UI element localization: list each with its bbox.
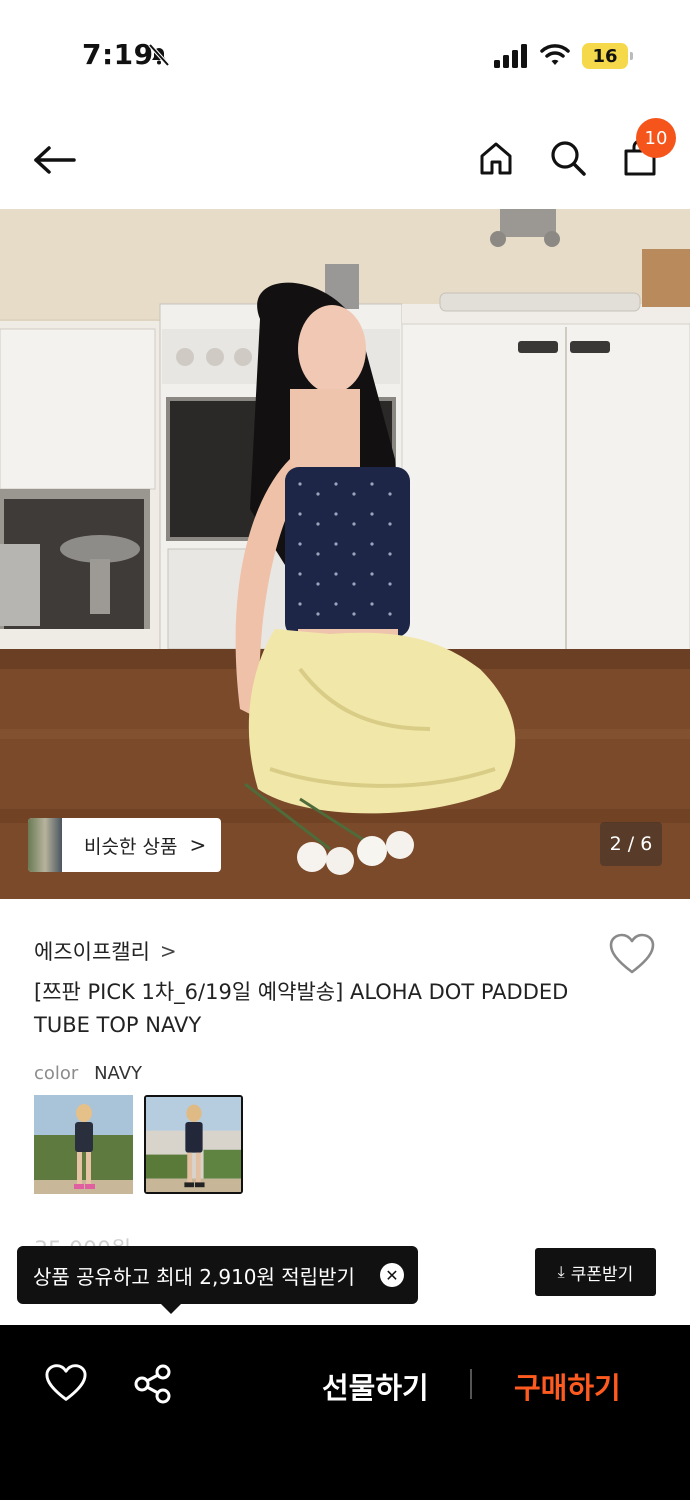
search-button[interactable]	[546, 136, 590, 180]
share-reward-tooltip: 상품 공유하고 최대 2,910원 적립받기 ✕	[17, 1246, 418, 1314]
color-label: color	[34, 1063, 79, 1084]
wifi-icon	[540, 44, 570, 65]
chevron-right-icon: >	[159, 939, 177, 963]
wishlist-button[interactable]	[608, 932, 656, 976]
home-icon	[480, 142, 512, 175]
bottom-action-bar: 선물하기 구매하기	[0, 1325, 690, 1500]
bell-slash-icon	[148, 43, 170, 67]
status-bar: 7:19 16	[0, 0, 690, 110]
color-swatch[interactable]	[34, 1095, 133, 1194]
heart-icon	[609, 933, 655, 974]
app-header	[0, 110, 690, 210]
signal-icon	[494, 44, 527, 68]
similar-product-thumbnail	[28, 818, 62, 872]
image-page-indicator: 2 / 6	[600, 822, 662, 866]
cart-count-badge: 10	[636, 118, 676, 158]
close-icon[interactable]: ✕	[380, 1263, 404, 1287]
color-option-row: color NAVY	[34, 1063, 142, 1084]
product-image-carousel[interactable]	[0, 209, 690, 899]
color-value: NAVY	[94, 1063, 142, 1084]
share-reward-text: 상품 공유하고 최대 2,910원 적립받기	[33, 1264, 355, 1289]
brand-name: 에즈이프캘리	[34, 940, 150, 964]
coupon-label: 쿠폰받기	[570, 1264, 634, 1285]
download-icon: ⤓	[557, 1262, 565, 1281]
back-arrow-icon	[34, 146, 76, 174]
home-button[interactable]	[474, 136, 518, 180]
product-photo	[0, 209, 690, 899]
share-button[interactable]	[132, 1363, 174, 1405]
swatch-photo	[34, 1095, 133, 1194]
color-swatch-selected[interactable]	[144, 1095, 243, 1194]
similar-products-label: 비슷한 상품	[84, 835, 178, 858]
like-button[interactable]	[44, 1363, 88, 1403]
similar-products-button[interactable]: 비슷한 상품 >	[28, 818, 221, 872]
buy-button[interactable]: 구매하기	[514, 1365, 621, 1407]
status-time: 7:19	[82, 38, 154, 71]
chevron-right-icon: >	[189, 833, 207, 857]
back-button[interactable]	[28, 138, 80, 182]
search-icon	[551, 141, 586, 176]
gift-button[interactable]: 선물하기	[322, 1365, 429, 1407]
divider	[470, 1369, 472, 1399]
battery-icon: 16	[582, 43, 633, 69]
heart-icon	[45, 1364, 87, 1401]
product-title: [쯔판 PICK 1차_6/19일 예약발송] ALOHA DOT PADDED…	[34, 980, 569, 1037]
brand-link[interactable]: 에즈이프캘리 >	[34, 936, 177, 966]
coupon-download-button[interactable]: ⤓ 쿠폰받기	[535, 1248, 656, 1296]
swatch-photo	[146, 1097, 241, 1192]
share-icon	[134, 1364, 171, 1404]
